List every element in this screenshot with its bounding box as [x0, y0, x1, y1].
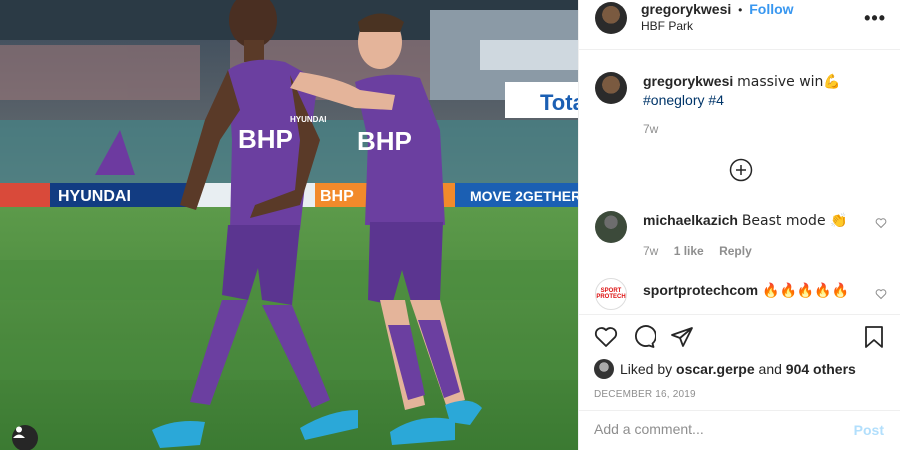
ad-board-hyundai: HYUNDAI: [58, 188, 131, 205]
photo-scene: HYUNDAI BHP MOVE 2GETHER Tota BHP HYUNDA…: [0, 0, 578, 450]
author-username[interactable]: gregorykwesi: [641, 1, 731, 17]
comment-item: michaelkazich Beast mode 👏 7w 1 like Rep…: [595, 211, 887, 260]
comment-input[interactable]: [594, 421, 834, 437]
liker-avatar[interactable]: [594, 359, 614, 379]
comment-likes[interactable]: 1 like: [674, 244, 704, 258]
load-more-comments-button[interactable]: [729, 158, 753, 182]
likes-prefix: Liked by: [620, 361, 673, 377]
caption-time[interactable]: 7w: [643, 122, 658, 136]
hashtag-oneglory[interactable]: #oneglory: [643, 92, 705, 108]
user-tag-icon: [13, 426, 25, 438]
likes-joiner: and: [758, 361, 782, 377]
post-date[interactable]: DECEMBER 16, 2019: [594, 389, 696, 400]
header-separator: •: [738, 3, 743, 17]
caption-username[interactable]: gregorykwesi: [643, 73, 733, 89]
action-bar: Liked by oscar.gerpe and 904 others DECE…: [578, 314, 900, 414]
more-options-button[interactable]: •••: [864, 8, 886, 29]
plus-circle-icon: [729, 158, 753, 182]
stadium-sign: Tota: [540, 90, 578, 115]
comment-item: SPORT PROTECH sportprotechcom 🔥🔥🔥🔥🔥: [595, 278, 887, 310]
comment-username[interactable]: sportprotechcom: [643, 282, 758, 298]
heart-icon[interactable]: [594, 325, 618, 349]
comment-text: 🔥🔥🔥🔥🔥: [762, 283, 850, 299]
comment-form: Post: [578, 410, 900, 450]
caption-text: massive win💪: [737, 74, 841, 90]
comment-text: Beast mode 👏: [741, 213, 848, 229]
comment-like-heart-icon[interactable]: [875, 288, 887, 300]
caption-avatar[interactable]: [595, 72, 627, 104]
comment-username[interactable]: michaelkazich: [643, 212, 738, 228]
user-tag-button[interactable]: [12, 425, 38, 450]
share-icon[interactable]: [670, 325, 694, 349]
location-link[interactable]: HBF Park: [641, 19, 794, 34]
ad-board-bhp: BHP: [320, 188, 354, 205]
reply-button[interactable]: Reply: [719, 244, 752, 258]
comment-avatar[interactable]: [595, 211, 627, 243]
likes-others-link[interactable]: 904 others: [786, 361, 856, 377]
liker-username[interactable]: oscar.gerpe: [676, 361, 755, 377]
follow-button[interactable]: Follow: [749, 1, 793, 17]
caption: gregorykwesi massive win💪 #oneglory #4: [595, 72, 885, 109]
comment-avatar[interactable]: SPORT PROTECH: [595, 278, 627, 310]
bookmark-icon[interactable]: [862, 325, 886, 349]
post-button[interactable]: Post: [854, 422, 884, 438]
hashtag-4[interactable]: #4: [708, 92, 724, 108]
comment-time[interactable]: 7w: [643, 244, 658, 258]
comment-icon[interactable]: [632, 325, 656, 349]
ad-board-move2gether: MOVE 2GETHER: [470, 188, 578, 204]
shirt-partner: HYUNDAI: [290, 115, 326, 124]
likes-summary: Liked by oscar.gerpe and 904 others: [594, 359, 856, 379]
shirt-sponsor-right: BHP: [357, 126, 412, 156]
post-photo[interactable]: HYUNDAI BHP MOVE 2GETHER Tota BHP HYUNDA…: [0, 0, 578, 450]
comment-like-heart-icon[interactable]: [875, 217, 887, 229]
avatar-logo-text: SPORT PROTECH: [596, 288, 626, 300]
shirt-sponsor-left: BHP: [238, 124, 293, 154]
post-header: gregorykwesi • Follow HBF Park •••: [579, 0, 900, 50]
author-avatar[interactable]: [595, 2, 627, 34]
